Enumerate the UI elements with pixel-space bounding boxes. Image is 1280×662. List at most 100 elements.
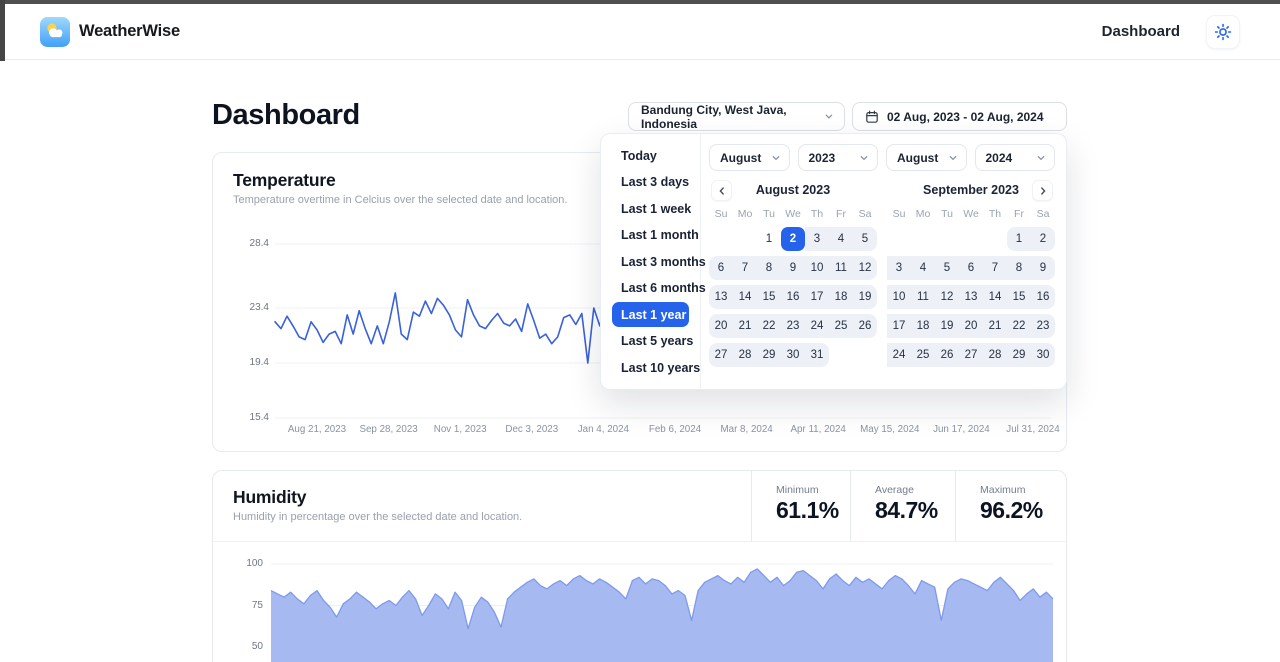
calendar-day[interactable]: 1 [757, 227, 781, 251]
calendar-day[interactable]: 20 [959, 314, 983, 338]
calendar-day[interactable]: 4 [829, 227, 853, 251]
humidity-title: Humidity [233, 487, 731, 508]
calendar-day[interactable]: 17 [805, 285, 829, 309]
calendar-day[interactable]: 22 [1007, 314, 1031, 338]
calendar-day[interactable]: 1 [1007, 227, 1031, 251]
date-preset-item[interactable]: Today [612, 143, 689, 168]
calendar-day[interactable]: 27 [709, 343, 733, 367]
calendar-day[interactable]: 2 [781, 227, 805, 251]
calendar-day[interactable]: 13 [709, 285, 733, 309]
brand[interactable]: WeatherWise [40, 17, 180, 47]
date-range-button[interactable]: 02 Aug, 2023 - 02 Aug, 2024 [852, 102, 1067, 131]
date-preset-item[interactable]: Last 1 month [612, 223, 689, 248]
calendar-day[interactable]: 14 [983, 285, 1007, 309]
y-axis-label: 19.4 [213, 357, 269, 369]
theme-toggle-button[interactable] [1206, 15, 1240, 49]
date-preset-item[interactable]: Last 1 week [612, 196, 689, 221]
date-preset-item[interactable]: Last 1 year [612, 302, 689, 327]
calendar-day[interactable]: 6 [959, 256, 983, 280]
stat-value: 84.7% [875, 497, 955, 524]
calendar-month-september-2023: September 2023 SuMoTuWeThFrSa12345678910… [887, 180, 1055, 372]
date-range-value: 02 Aug, 2023 - 02 Aug, 2024 [887, 110, 1044, 124]
weekday-label: Th [983, 205, 1007, 224]
calendar-day[interactable]: 19 [853, 285, 877, 309]
calendar-day[interactable]: 24 [887, 343, 911, 367]
calendar-day[interactable]: 7 [733, 256, 757, 280]
weekday-label: Fr [829, 205, 853, 224]
calendar-day[interactable]: 29 [757, 343, 781, 367]
calendar-day[interactable]: 22 [757, 314, 781, 338]
calendar-day[interactable]: 13 [959, 285, 983, 309]
calendar-day[interactable]: 12 [935, 285, 959, 309]
calendar-day[interactable]: 10 [887, 285, 911, 309]
calendar-day[interactable]: 10 [805, 256, 829, 280]
calendar-day[interactable]: 15 [1007, 285, 1031, 309]
week-row: 10111213141516 [887, 285, 1055, 309]
calendar-day[interactable]: 15 [757, 285, 781, 309]
calendar-day[interactable]: 25 [829, 314, 853, 338]
to-month-select[interactable]: August [886, 144, 967, 171]
calendar-day[interactable]: 27 [959, 343, 983, 367]
calendar-day[interactable]: 31 [805, 343, 829, 367]
next-month-button[interactable] [1032, 180, 1053, 201]
calendar-day[interactable]: 18 [911, 314, 935, 338]
date-preset-item[interactable]: Last 3 days [612, 170, 689, 195]
stat-maximum: Maximum 96.2% [955, 471, 1066, 541]
date-preset-item[interactable]: Last 10 years [612, 355, 689, 380]
date-preset-item[interactable]: Last 3 months [612, 249, 689, 274]
to-year-select[interactable]: 2024 [975, 144, 1056, 171]
calendar-day[interactable]: 11 [829, 256, 853, 280]
chevron-down-icon [1036, 153, 1046, 163]
calendar-day[interactable]: 28 [983, 343, 1007, 367]
calendar-day[interactable]: 8 [757, 256, 781, 280]
to-month-value: August [897, 151, 938, 165]
calendar-day[interactable]: 26 [853, 314, 877, 338]
calendar-day[interactable]: 7 [983, 256, 1007, 280]
calendar-day[interactable]: 29 [1007, 343, 1031, 367]
calendar-day[interactable]: 30 [1031, 343, 1055, 367]
calendar-day[interactable]: 16 [1031, 285, 1055, 309]
calendar-day[interactable]: 21 [733, 314, 757, 338]
calendar-day[interactable]: 6 [709, 256, 733, 280]
date-preset-item[interactable]: Last 5 years [612, 329, 689, 354]
calendar-day[interactable]: 21 [983, 314, 1007, 338]
calendar-day[interactable]: 3 [887, 256, 911, 280]
calendar-day[interactable]: 4 [911, 256, 935, 280]
location-select[interactable]: Bandung City, West Java, Indonesia [628, 102, 845, 131]
calendar-day[interactable]: 28 [733, 343, 757, 367]
calendar-day[interactable]: 14 [733, 285, 757, 309]
calendar-day[interactable]: 20 [709, 314, 733, 338]
calendar-day[interactable]: 26 [935, 343, 959, 367]
humidity-chart: 1007550 [213, 543, 1066, 662]
calendar-day[interactable]: 3 [805, 227, 829, 251]
calendar-months: August 2023 SuMoTuWeThFrSa12345678910111… [709, 180, 1055, 372]
window-edge-top [0, 0, 1280, 4]
week-row: 13141516171819 [709, 285, 877, 309]
calendar-day[interactable]: 25 [911, 343, 935, 367]
calendar-day[interactable]: 12 [853, 256, 877, 280]
y-axis-label: 50 [213, 641, 263, 653]
sun-icon [1214, 23, 1232, 41]
calendar-day[interactable]: 11 [911, 285, 935, 309]
calendar-day[interactable]: 5 [935, 256, 959, 280]
calendar-day[interactable]: 23 [781, 314, 805, 338]
calendar-day[interactable]: 24 [805, 314, 829, 338]
calendar-day[interactable]: 18 [829, 285, 853, 309]
calendar-day[interactable]: 16 [781, 285, 805, 309]
from-year-select[interactable]: 2023 [798, 144, 879, 171]
calendar-day[interactable]: 19 [935, 314, 959, 338]
calendar-day[interactable]: 8 [1007, 256, 1031, 280]
from-year-value: 2023 [809, 151, 836, 165]
calendar-day[interactable]: 30 [781, 343, 805, 367]
calendar-day[interactable]: 9 [781, 256, 805, 280]
month-grid: SuMoTuWeThFrSa12345678910111213141516171… [709, 205, 877, 367]
calendar-day[interactable]: 17 [887, 314, 911, 338]
calendar-day[interactable]: 2 [1031, 227, 1055, 251]
nav-link-dashboard[interactable]: Dashboard [1102, 23, 1180, 40]
calendar-day[interactable]: 5 [853, 227, 877, 251]
calendar-day[interactable]: 9 [1031, 256, 1055, 280]
calendar-day[interactable]: 23 [1031, 314, 1055, 338]
stat-value: 96.2% [980, 497, 1066, 524]
from-month-select[interactable]: August [709, 144, 790, 171]
date-preset-item[interactable]: Last 6 months [612, 276, 689, 301]
